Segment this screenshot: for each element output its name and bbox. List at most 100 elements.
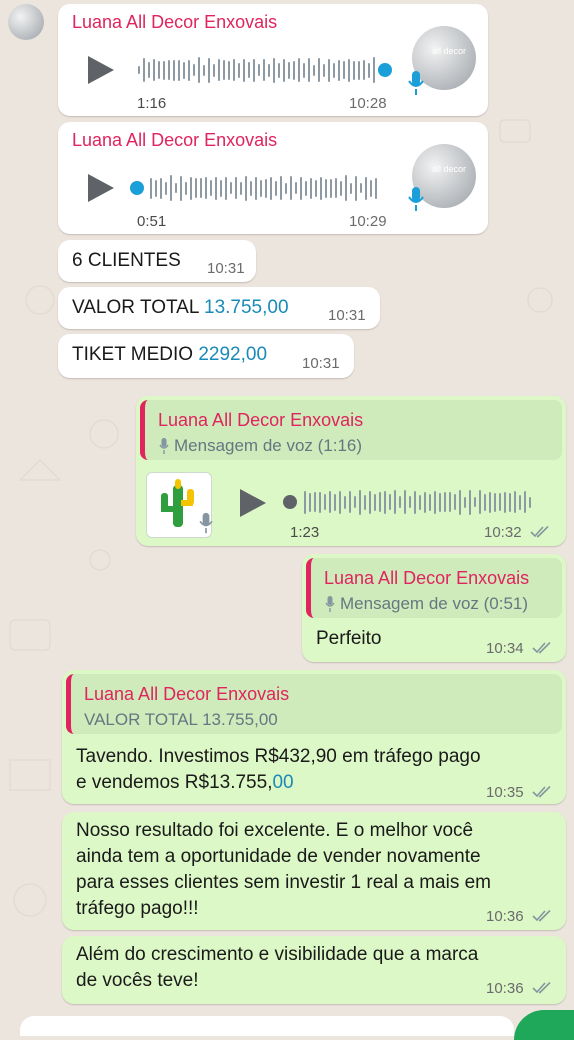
waveform-bar (215, 176, 217, 200)
message-text-prefix: TIKET MEDIO (72, 344, 199, 365)
reply-text-message[interactable]: Luana All Decor Enxovais VALOR TOTAL 13.… (62, 670, 566, 804)
voice-duration: 1:23 (290, 524, 320, 541)
message-time: 10:34 (486, 640, 524, 657)
message-input-edge[interactable] (20, 1016, 514, 1036)
waveform-bar (238, 62, 240, 78)
waveform-bar (273, 57, 275, 83)
voice-message-2[interactable]: Luana All Decor Enxovais 0:51 10:29 all … (58, 122, 488, 234)
waveform-bar (308, 58, 310, 82)
message-text-line: de vocês teve! (76, 970, 199, 991)
mic-icon (199, 512, 213, 534)
waveform-bar (210, 180, 212, 196)
waveform-bar (334, 493, 336, 511)
waveform-bar (265, 178, 267, 198)
waveform-bar (300, 176, 302, 200)
text-message[interactable]: Além do crescimento e visibilidade que a… (62, 936, 566, 1004)
waveform-bar (295, 182, 297, 194)
message-text: Perfeito (316, 628, 382, 649)
waveform-bar (328, 58, 330, 82)
waveform-bar (459, 489, 461, 515)
waveform-bar (434, 490, 436, 514)
waveform-bar (409, 496, 411, 508)
text-message[interactable]: VALOR TOTAL 13.755,00 10:31 (58, 287, 380, 329)
sender-avatar[interactable] (8, 4, 44, 40)
waveform-bar (323, 63, 325, 77)
waveform-bar (275, 180, 277, 196)
waveform-bar (280, 176, 282, 200)
playback-position-dot[interactable] (283, 495, 297, 509)
waveform-bar (399, 496, 401, 508)
waveform-bar (324, 494, 326, 510)
play-icon[interactable] (88, 56, 114, 84)
waveform-bar (360, 183, 362, 193)
message-time: 10:29 (349, 213, 387, 230)
playback-position-dot[interactable] (130, 181, 144, 195)
voice-waveform[interactable] (304, 487, 544, 517)
waveform-bar (429, 493, 431, 511)
message-text: TIKET MEDIO 2292,00 (72, 342, 267, 368)
waveform-bar (335, 178, 337, 198)
message-text-prefix: e vendemos R$13.755, (76, 772, 273, 793)
waveform-bar (374, 493, 376, 511)
waveform-bar (444, 492, 446, 512)
message-time: 10:32 (484, 524, 522, 541)
avatar-brand-text: all decor (432, 164, 467, 174)
waveform-bar (220, 179, 222, 197)
waveform-bar (333, 62, 335, 78)
play-icon[interactable] (240, 489, 266, 517)
waveform-bar (349, 491, 351, 513)
play-icon[interactable] (88, 174, 114, 202)
waveform-bar (293, 60, 295, 80)
voice-waveform[interactable] (150, 173, 390, 203)
quoted-message[interactable]: Luana All Decor Enxovais Mensagem de voz… (306, 558, 562, 618)
waveform-bar (354, 496, 356, 508)
message-time: 10:36 (486, 908, 524, 925)
waveform-bar (268, 63, 270, 77)
text-message[interactable]: Nosso resultado foi excelente. E o melho… (62, 812, 566, 930)
waveform-bar (235, 177, 237, 199)
waveform-bar (195, 178, 197, 198)
value-link[interactable]: 00 (272, 772, 293, 793)
mic-icon (159, 438, 169, 454)
waveform-bar (454, 494, 456, 510)
voice-message-1[interactable]: Luana All Decor Enxovais 1:16 10:28 all … (58, 4, 488, 116)
waveform-bar (250, 180, 252, 196)
waveform-bar (373, 57, 375, 83)
mic-icon (325, 596, 335, 612)
waveform-bar (213, 63, 215, 77)
quoted-sender: Luana All Decor Enxovais (324, 568, 530, 588)
waveform-bar (348, 58, 350, 82)
double-check-icon (532, 642, 551, 654)
waveform-bar (303, 62, 305, 78)
waveform-bar (338, 59, 340, 81)
waveform-bar (389, 494, 391, 510)
waveform-bar (353, 60, 355, 80)
text-message[interactable]: TIKET MEDIO 2292,00 10:31 (58, 334, 354, 378)
waveform-bar (183, 61, 185, 79)
waveform-bar (203, 64, 205, 76)
waveform-bar (314, 492, 316, 512)
value-link[interactable]: 13.755,00 (204, 297, 289, 318)
waveform-bar (355, 175, 357, 201)
value-link[interactable]: 2292,00 (198, 344, 267, 365)
waveform-bar (185, 181, 187, 195)
reply-text-message[interactable]: Luana All Decor Enxovais Mensagem de voz… (302, 554, 566, 662)
message-time: 10:36 (486, 980, 524, 997)
waveform-bar (384, 490, 386, 514)
playback-position-dot[interactable] (378, 63, 392, 77)
waveform-bar (153, 59, 155, 81)
voice-waveform[interactable] (138, 55, 378, 85)
text-message[interactable]: 6 CLIENTES 10:31 (58, 240, 256, 282)
waveform-bar (439, 492, 441, 512)
double-check-icon (530, 526, 549, 538)
waveform-bar (489, 491, 491, 513)
waveform-bar (315, 179, 317, 197)
waveform-bar (278, 62, 280, 78)
waveform-bar (163, 60, 165, 80)
send-button-edge[interactable] (514, 1010, 574, 1040)
waveform-bar (218, 59, 220, 81)
reply-voice-message[interactable]: Luana All Decor Enxovais Mensagem de voz… (136, 396, 566, 546)
quoted-message[interactable]: Luana All Decor Enxovais Mensagem de voz… (140, 400, 562, 460)
double-check-icon (532, 982, 551, 994)
quoted-message[interactable]: Luana All Decor Enxovais VALOR TOTAL 13.… (66, 674, 562, 734)
